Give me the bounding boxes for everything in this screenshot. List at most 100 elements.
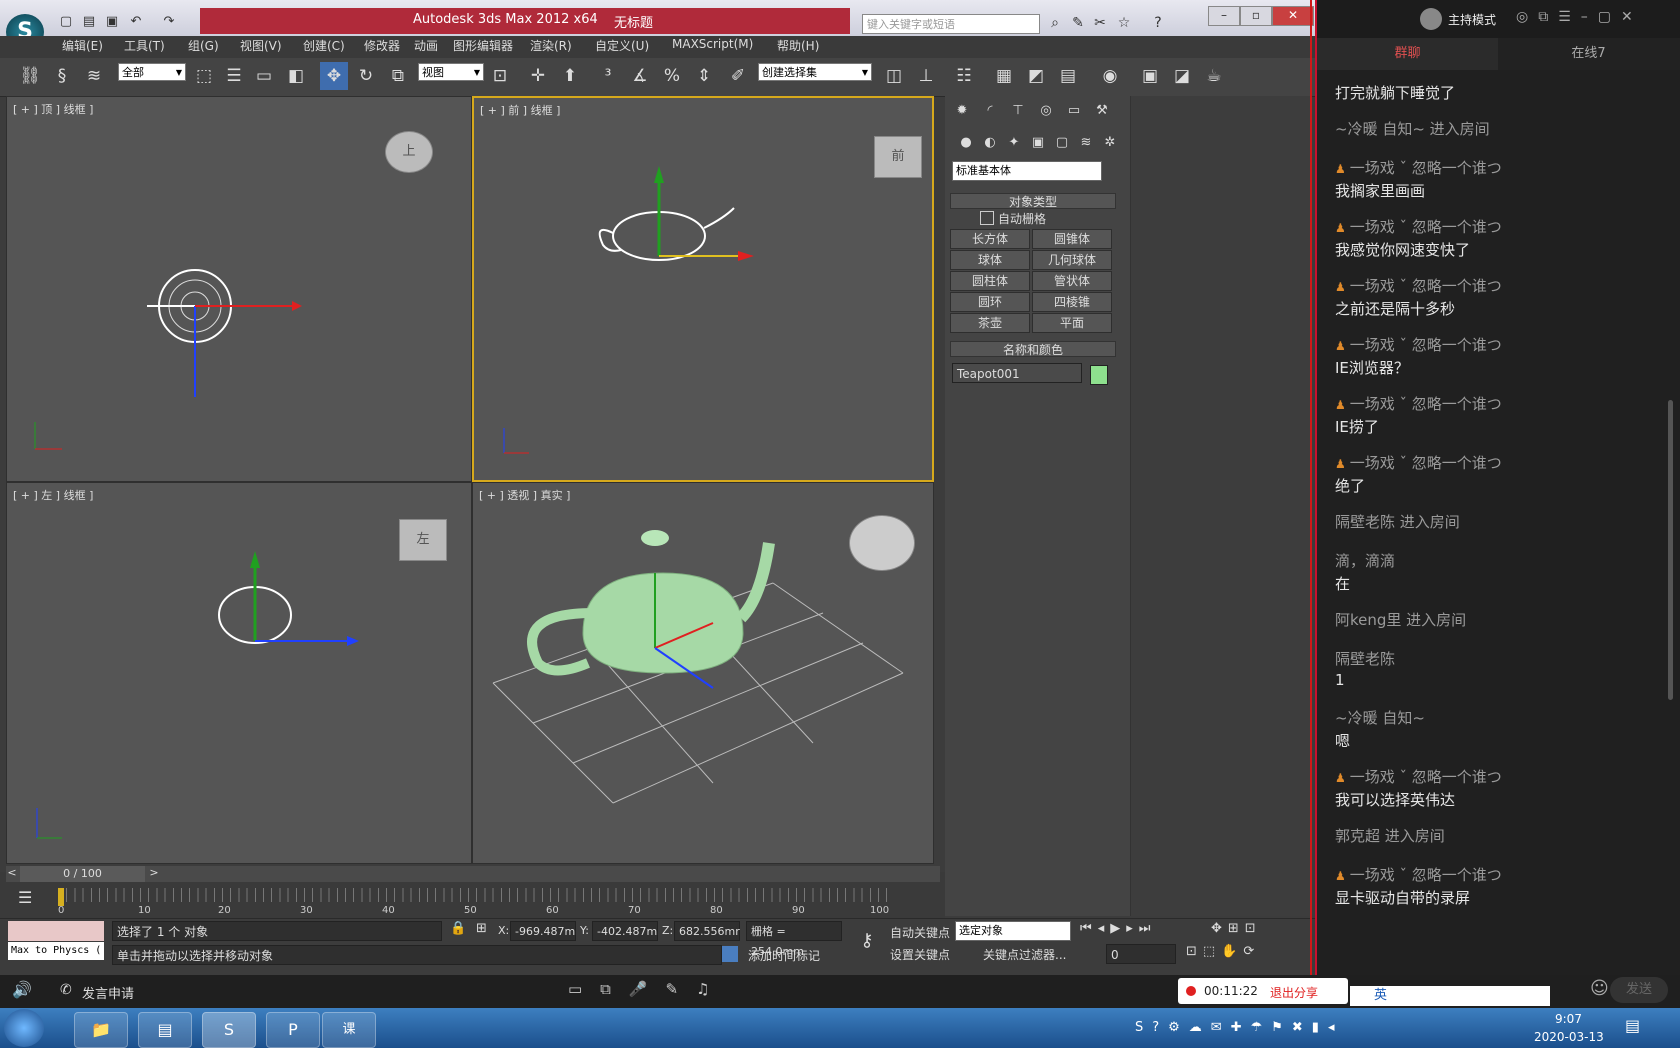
geometry-icon[interactable]: ● <box>954 132 978 154</box>
menu-edit[interactable]: 编辑(E) <box>62 37 103 54</box>
time-next-icon[interactable]: > <box>148 866 160 882</box>
tab-group-chat[interactable]: 群聊 <box>1317 38 1498 70</box>
save-icon[interactable]: ▣ <box>103 14 121 30</box>
lights-icon[interactable]: ✦ <box>1002 132 1026 154</box>
pyramid-button[interactable]: 四棱锥 <box>1032 292 1112 312</box>
select-and-move-icon[interactable]: ✥ <box>320 62 348 90</box>
create-tab-icon[interactable]: ✹ <box>950 100 974 122</box>
tools-icon[interactable]: ✂ <box>1090 13 1110 33</box>
angle-snap-icon[interactable]: ∡ <box>626 62 654 90</box>
wrench-icon[interactable]: ✎ <box>1068 13 1088 33</box>
align-icon[interactable]: ⊥ <box>912 62 940 90</box>
select-object-icon[interactable]: ⬚ <box>190 62 218 90</box>
chat-window-controls[interactable]: ◎⧉☰–▢✕ <box>1516 9 1643 25</box>
y-coordinate-field[interactable]: -402.487m <box>592 921 658 941</box>
viewport-front[interactable]: [ + ] 前 ] 线框 ] 前 <box>472 96 934 482</box>
spinner-snap-icon[interactable]: ⇕ <box>690 62 718 90</box>
keyboard-shortcut-override-icon[interactable]: ⬆ <box>556 62 584 90</box>
start-button[interactable] <box>4 1009 44 1047</box>
set-key-icon[interactable]: ⚷ <box>852 921 882 961</box>
teapot-button[interactable]: 茶壶 <box>950 313 1030 333</box>
explorer-icon[interactable]: 📁 <box>74 1012 128 1048</box>
modify-tab-icon[interactable]: ◜ <box>978 100 1002 122</box>
viewport-left[interactable]: [ + ] 左 ] 线框 ] 左 <box>6 482 472 864</box>
menu-group[interactable]: 组(G) <box>188 37 219 54</box>
auto-key-button[interactable]: 自动关键点 <box>890 924 950 941</box>
pivot-center-icon[interactable]: ⊡ <box>486 62 514 90</box>
x-coordinate-field[interactable]: -969.487m <box>510 921 576 941</box>
cylinder-button[interactable]: 圆柱体 <box>950 271 1030 291</box>
percent-snap-icon[interactable]: % <box>658 62 686 90</box>
track-bar-icon[interactable]: ☰ <box>18 888 42 910</box>
menu-graph-editors[interactable]: 图形编辑器 <box>453 37 513 54</box>
exit-share-button[interactable]: 退出分享 <box>1270 984 1318 1001</box>
name-color-header[interactable]: 名称和颜色 <box>950 341 1116 357</box>
menu-modifiers[interactable]: 修改器 <box>364 37 400 54</box>
redo-icon[interactable]: ↷ <box>160 14 178 30</box>
unlink-icon[interactable]: § <box>48 62 76 90</box>
menu-tools[interactable]: 工具(T) <box>124 37 165 54</box>
key-mode-dropdown[interactable]: 选定对象 <box>955 921 1071 941</box>
reference-coordinate-dropdown[interactable]: 视图 <box>418 63 484 82</box>
motion-tab-icon[interactable]: ◎ <box>1034 100 1058 122</box>
schematic-view-icon[interactable]: ▤ <box>1054 62 1082 90</box>
media-controls[interactable]: ▭⧉🎤✎♫ <box>568 980 728 998</box>
viewport-nav-controls[interactable]: ✥⊞⊡ <box>1211 921 1262 936</box>
bind-spacewarp-icon[interactable]: ≋ <box>80 62 108 90</box>
object-type-header[interactable]: 对象类型 <box>950 193 1116 209</box>
maximize-button[interactable]: ▫ <box>1240 6 1272 26</box>
current-frame-field[interactable]: 0 <box>1106 944 1176 964</box>
display-tab-icon[interactable]: ▭ <box>1062 100 1086 122</box>
ime-mode-label[interactable]: 英 <box>1374 988 1387 1003</box>
viewport-top[interactable]: [ + ] 顶 ] 线框 ] 上 <box>6 96 472 482</box>
plane-button[interactable]: 平面 <box>1032 313 1112 333</box>
menu-customize[interactable]: 自定义(U) <box>595 37 649 54</box>
torus-button[interactable]: 圆环 <box>950 292 1030 312</box>
box-button[interactable]: 长方体 <box>950 229 1030 249</box>
maxscript-listener-pink[interactable] <box>8 921 104 941</box>
auto-grid-checkbox[interactable] <box>980 211 994 225</box>
avatar[interactable] <box>1420 8 1442 30</box>
selection-lock-icon[interactable]: 🔒 <box>450 921 466 936</box>
rendered-frame-window-icon[interactable]: ◪ <box>1168 62 1196 90</box>
new-file-icon[interactable]: ▢ <box>57 14 75 30</box>
key-filters-button[interactable]: 关键点过滤器... <box>983 946 1066 963</box>
time-slider-track[interactable] <box>6 866 940 882</box>
select-manipulate-icon[interactable]: ✛ <box>524 62 552 90</box>
menu-help[interactable]: 帮助(H) <box>777 37 819 54</box>
sphere-button[interactable]: 球体 <box>950 250 1030 270</box>
undo-icon[interactable]: ↶ <box>127 14 145 30</box>
render-setup-icon[interactable]: ▣ <box>1136 62 1164 90</box>
menu-animation[interactable]: 动画 <box>414 37 438 54</box>
edit-named-selection-icon[interactable]: ✐ <box>724 62 752 90</box>
powerpoint-icon[interactable]: P <box>266 1012 320 1048</box>
named-selection-dropdown[interactable]: 创建选择集 <box>758 63 872 82</box>
chat-scrollbar[interactable] <box>1668 400 1673 700</box>
category-dropdown[interactable]: 标准基本体 <box>952 161 1102 181</box>
class-app-icon[interactable]: 课 <box>322 1012 376 1048</box>
mirror-icon[interactable]: ◫ <box>880 62 908 90</box>
timeline-ruler[interactable] <box>58 888 888 902</box>
curve-editor-icon[interactable]: ◩ <box>1022 62 1050 90</box>
shapes-icon[interactable]: ◐ <box>978 132 1002 154</box>
send-button[interactable]: 发送 <box>1610 977 1668 1003</box>
ime-toolbar[interactable]: 英 <box>1350 986 1550 1006</box>
graphite-ribbon-icon[interactable]: ▦ <box>990 62 1018 90</box>
snaps-toggle-icon[interactable]: ³ <box>594 62 622 90</box>
3dsmax-taskbar-icon[interactable]: S <box>202 1012 256 1048</box>
time-slider-thumb[interactable]: 0 / 100 <box>20 866 145 882</box>
render-production-icon[interactable]: ☕ <box>1200 62 1228 90</box>
open-file-icon[interactable]: ▤ <box>80 14 98 30</box>
window-crossing-icon[interactable]: ◧ <box>282 62 310 90</box>
selection-filter-dropdown[interactable]: 全部 <box>118 63 186 82</box>
phone-icon[interactable]: ✆ <box>60 982 72 998</box>
time-tag-icon[interactable] <box>722 946 738 962</box>
help-icon[interactable]: ? <box>1148 13 1168 33</box>
help-search-input[interactable]: 键入关键字或短语 <box>862 14 1040 34</box>
time-prev-icon[interactable]: < <box>6 866 18 882</box>
utilities-tab-icon[interactable]: ⚒ <box>1090 100 1114 122</box>
systems-icon[interactable]: ✲ <box>1098 132 1122 154</box>
navigation-tools[interactable]: ⊡⬚✋⟳ <box>1186 944 1260 959</box>
playback-controls[interactable]: ⏮◂▶▸⏭ <box>1080 921 1156 936</box>
favorites-star-icon[interactable]: ☆ <box>1114 13 1134 33</box>
